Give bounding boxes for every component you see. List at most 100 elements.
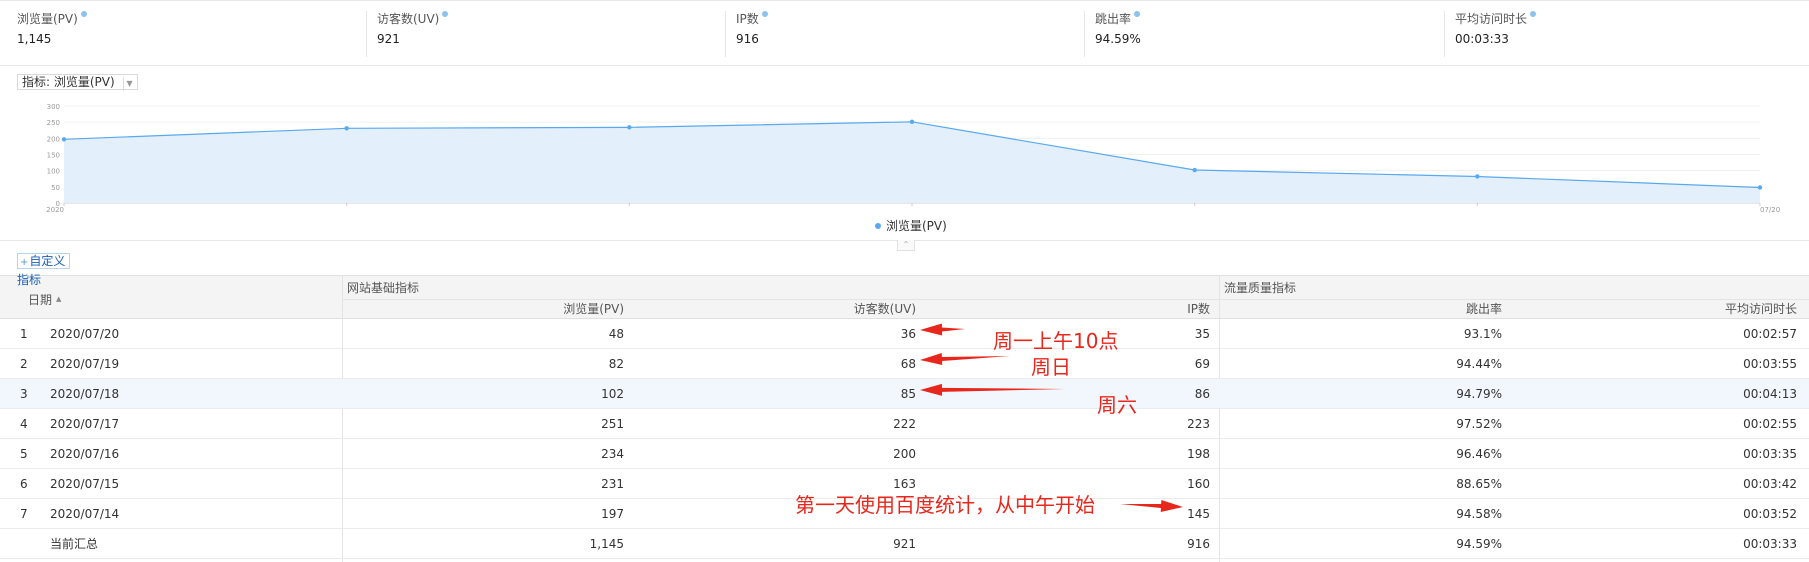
indicator-prefix: 指标: bbox=[22, 75, 51, 89]
cell-bounce: 94.79% bbox=[1456, 387, 1502, 401]
col-header-pv[interactable]: 浏览量(PV) bbox=[560, 302, 624, 316]
row-index: 5 bbox=[20, 447, 28, 461]
cell-bounce: 94.44% bbox=[1456, 357, 1502, 371]
series-area bbox=[64, 121, 1760, 203]
col-header-bounce[interactable]: 跳出率 bbox=[1440, 302, 1502, 316]
info-icon[interactable] bbox=[1530, 11, 1537, 17]
annotation-first-day: 第一天使用百度统计，从中午开始 bbox=[795, 493, 1095, 517]
cell-uv: 222 bbox=[893, 417, 916, 431]
cell-duration: 00:03:55 bbox=[1743, 357, 1797, 371]
cell-pv: 231 bbox=[601, 477, 624, 491]
table-header-group-row: 指标 网站基础指标 流量质量指标 bbox=[0, 273, 1809, 299]
metric-value: 916 bbox=[736, 32, 759, 46]
cell-bounce: 94.58% bbox=[1456, 507, 1502, 521]
cell-bounce: 94.59% bbox=[1456, 537, 1502, 551]
metric-ip[interactable]: IP数 916 bbox=[725, 11, 1085, 57]
data-point bbox=[1757, 185, 1763, 190]
cell-pv: 82 bbox=[608, 357, 624, 371]
collapse-chart-button[interactable]: ⌃ bbox=[897, 240, 915, 251]
plus-icon: + bbox=[20, 257, 29, 268]
total-label: 当前汇总 bbox=[50, 537, 99, 551]
data-point bbox=[61, 137, 67, 142]
x-tick-label: 2020 bbox=[46, 206, 64, 214]
x-tick-label: 07/20 bbox=[1760, 206, 1780, 214]
cell-pv: 197 bbox=[601, 507, 624, 521]
row-date: 2020/07/16 bbox=[50, 447, 120, 461]
row-date: 2020/07/14 bbox=[50, 507, 120, 521]
annotation-monday: 周一上午10点 bbox=[993, 329, 1119, 353]
group-quality-header: 流量质量指标 bbox=[1224, 281, 1297, 295]
metric-avg-duration[interactable]: 平均访问时长 00:03:33 bbox=[1444, 11, 1804, 57]
metric-uv[interactable]: 访客数(UV) 921 bbox=[366, 11, 726, 57]
col-header-ip[interactable]: IP数 bbox=[1170, 302, 1210, 316]
cell-duration: 00:03:42 bbox=[1743, 477, 1797, 491]
row-index: 1 bbox=[20, 327, 28, 341]
cell-uv: 200 bbox=[893, 447, 916, 461]
chevron-down-icon: ▼ bbox=[122, 77, 133, 91]
cell-uv: 68 bbox=[900, 357, 916, 371]
y-tick-label: 200 bbox=[47, 135, 60, 143]
legend-label: 浏览量(PV) bbox=[886, 218, 947, 233]
date-column-header[interactable]: 日期 ▲ bbox=[28, 292, 61, 307]
sort-icon: ▲ bbox=[56, 295, 62, 303]
y-tick-label: 100 bbox=[47, 168, 60, 176]
annotation-sunday: 周日 bbox=[1031, 355, 1071, 379]
data-point bbox=[1192, 167, 1197, 173]
row-date: 2020/07/17 bbox=[50, 417, 120, 431]
row-index: 4 bbox=[20, 417, 28, 431]
corner-indicator-label[interactable]: 指标 bbox=[17, 273, 41, 287]
cell-ip: 35 bbox=[1194, 327, 1210, 341]
table-total-row: 当前汇总 1,145 921 916 94.59% 00:03:33 bbox=[0, 529, 1809, 559]
metric-value: 94.59% bbox=[1095, 32, 1141, 46]
customize-button[interactable]: +自定义 bbox=[17, 253, 71, 269]
cell-duration: 00:02:57 bbox=[1743, 327, 1797, 341]
cell-ip: 69 bbox=[1194, 357, 1210, 371]
y-tick-label: 250 bbox=[47, 119, 60, 127]
row-index: 2 bbox=[20, 357, 28, 371]
col-header-duration[interactable]: 平均访问时长 bbox=[1700, 302, 1797, 316]
cell-ip: 145 bbox=[1187, 507, 1210, 521]
header-inner-divider bbox=[343, 299, 1809, 300]
indicator-value: 浏览量(PV) bbox=[53, 75, 115, 89]
cell-ip: 198 bbox=[1187, 447, 1210, 461]
metric-bounce-rate[interactable]: 跳出率 94.59% bbox=[1084, 11, 1444, 57]
table-row: 2 2020/07/19 82 68 69 94.44% 00:03:55 bbox=[0, 349, 1809, 379]
cell-bounce: 88.65% bbox=[1456, 477, 1502, 491]
cell-uv: 85 bbox=[900, 387, 916, 401]
cell-ip: 916 bbox=[1187, 537, 1210, 551]
row-index: 3 bbox=[20, 387, 28, 401]
y-tick-label: 50 bbox=[51, 184, 60, 192]
info-icon[interactable] bbox=[80, 11, 87, 17]
info-icon[interactable] bbox=[761, 11, 768, 17]
data-point bbox=[1475, 174, 1480, 179]
data-point bbox=[627, 125, 632, 130]
row-index: 6 bbox=[20, 477, 28, 491]
cell-duration: 00:04:13 bbox=[1743, 387, 1797, 401]
cell-bounce: 97.52% bbox=[1456, 417, 1502, 431]
row-date: 2020/07/19 bbox=[50, 357, 120, 371]
data-point bbox=[909, 119, 915, 125]
table-row: 1 2020/07/20 48 36 35 93.1% 00:02:57 bbox=[0, 319, 1809, 349]
pv-trend-chart: 0501001502002503002020 07/20浏览量(PV) bbox=[46, 103, 1780, 233]
customize-label: 自定义 bbox=[29, 254, 66, 268]
info-icon[interactable] bbox=[442, 11, 449, 17]
cell-ip: 160 bbox=[1187, 477, 1210, 491]
row-date: 2020/07/20 bbox=[50, 327, 120, 341]
metric-pv[interactable]: 浏览量(PV) 1,145 bbox=[0, 11, 360, 57]
cell-bounce: 93.1% bbox=[1463, 327, 1502, 341]
cell-uv: 921 bbox=[893, 537, 916, 551]
group-basic-header: 网站基础指标 bbox=[347, 281, 420, 295]
legend-marker bbox=[875, 223, 881, 229]
col-header-uv[interactable]: 访客数(UV) bbox=[846, 302, 916, 316]
info-icon[interactable] bbox=[1134, 11, 1141, 17]
metric-value: 921 bbox=[377, 32, 400, 46]
annotation-saturday: 周六 bbox=[1097, 393, 1137, 417]
cell-duration: 00:03:33 bbox=[1743, 537, 1797, 551]
cell-duration: 00:03:52 bbox=[1743, 507, 1797, 521]
chevron-up-icon: ⌃ bbox=[902, 240, 910, 249]
metric-label: 平均访问时长 bbox=[1455, 12, 1528, 26]
indicator-select[interactable]: 指标: 浏览量(PV) ▼ bbox=[17, 74, 138, 91]
metric-label: 访客数(UV) bbox=[377, 12, 440, 26]
table-row: 4 2020/07/17 251 222 223 97.52% 00:02:55 bbox=[0, 409, 1809, 439]
cell-pv: 251 bbox=[601, 417, 624, 431]
